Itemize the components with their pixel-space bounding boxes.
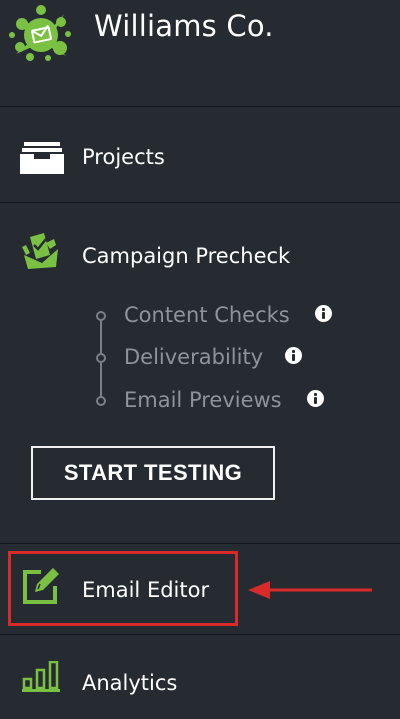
nav-label-analytics: Analytics (82, 671, 178, 695)
highlight-box (8, 551, 238, 626)
info-icon[interactable] (315, 305, 332, 322)
nav-item-projects[interactable]: Projects (0, 106, 400, 202)
subnav-dot (96, 396, 106, 406)
checklist-envelope-icon (22, 233, 58, 269)
brand-name: Williams Co. (94, 9, 274, 43)
subnav-deliverability[interactable]: Deliverability (124, 344, 263, 370)
brand-header: Williams Co. (0, 0, 400, 107)
start-testing-button[interactable]: START TESTING (31, 446, 275, 500)
bar-chart-icon (22, 661, 60, 692)
subnav-dot (96, 311, 106, 321)
subnav-content-checks[interactable]: Content Checks (124, 302, 290, 328)
subnav-email-previews[interactable]: Email Previews (124, 387, 282, 413)
nav-item-analytics[interactable]: Analytics (0, 635, 400, 719)
nav-label-projects: Projects (82, 145, 165, 169)
inbox-tray-icon (20, 142, 64, 174)
arrow-pointer-icon (248, 581, 372, 599)
paint-splat-logo-icon[interactable] (8, 2, 74, 64)
info-icon[interactable] (285, 347, 302, 364)
sidebar: Williams Co. Projects Campaign Precheck … (0, 0, 400, 719)
info-icon[interactable] (307, 390, 324, 407)
nav-label-campaign-precheck: Campaign Precheck (82, 244, 291, 268)
subnav-dot (96, 353, 106, 363)
